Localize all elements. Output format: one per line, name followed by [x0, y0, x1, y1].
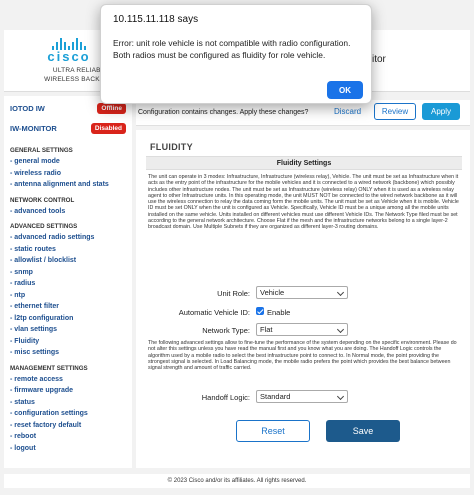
advanced-settings-description: The following advanced settings allow to… — [148, 340, 457, 372]
panel-title: Fluidity Settings — [146, 156, 462, 170]
dialog-message: Error: unit role vehicle is not compatib… — [113, 38, 351, 60]
cisco-logo-bars-icon — [34, 36, 104, 50]
unit-role-label: Unit Role: — [217, 289, 250, 298]
automatic-vehicle-id-enable-label: Enable — [267, 308, 291, 317]
dialog-title: 10.115.11.118 says — [113, 14, 199, 25]
sidebar-item-radius[interactable]: - radius — [4, 278, 132, 290]
section-general-settings: GENERAL SETTINGS — [10, 147, 73, 154]
page: cisco ULTRA RELIABLE WIRELESS BACKHAUL i… — [0, 0, 474, 495]
network-type-value: Flat — [260, 325, 273, 334]
footer-copyright: © 2023 Cisco and/or its affiliates. All … — [4, 474, 470, 488]
sidebar-item-allowlist[interactable]: - allowlist / blocklist — [4, 255, 132, 267]
automatic-vehicle-id-checkbox[interactable] — [256, 307, 264, 315]
discard-button[interactable]: Discard — [334, 107, 361, 116]
logo-text: cisco — [47, 49, 91, 64]
handoff-logic-select[interactable]: Standard — [256, 390, 348, 403]
sidebar-item-logout[interactable]: - logout — [4, 443, 132, 455]
fluidity-settings-panel: Fluidity Settings The unit can operate i… — [146, 156, 462, 460]
device-name[interactable]: IOTOD IW — [10, 104, 45, 113]
config-changes-message: Configuration contains changes. Apply th… — [138, 109, 309, 116]
chevron-down-icon — [336, 392, 345, 401]
section-network-control: NETWORK CONTROL — [10, 196, 75, 204]
sidebar: IOTOD IW Offline IW-MONITOR Disabled GEN… — [4, 96, 132, 468]
handoff-logic-value: Standard — [260, 392, 291, 401]
section-management-settings: MANAGEMENT SETTINGS — [10, 364, 88, 372]
section-advanced-settings: ADVANCED SETTINGS — [10, 223, 78, 230]
unit-role-select[interactable]: Vehicle — [256, 286, 348, 299]
network-type-select[interactable]: Flat — [256, 323, 348, 336]
page-title: FLUIDITY — [150, 142, 193, 152]
sidebar-item-reboot[interactable]: - reboot — [4, 431, 132, 443]
chevron-down-icon — [336, 288, 345, 297]
cisco-logo: cisco — [34, 36, 104, 64]
sidebar-item-ethernet-filter[interactable]: - ethernet filter — [4, 301, 132, 313]
save-button[interactable]: Save — [326, 420, 400, 442]
sidebar-item-l2tp[interactable]: - l2tp configuration — [4, 313, 132, 325]
sidebar-item-antenna-alignment[interactable]: - antenna alignment and stats — [4, 179, 132, 191]
sidebar-item-configuration-settings[interactable]: - configuration settings — [4, 408, 132, 420]
reset-button[interactable]: Reset — [236, 420, 310, 442]
sidebar-item-reset-factory[interactable]: - reset factory default — [4, 420, 132, 432]
unit-role-value: Vehicle — [260, 288, 285, 297]
sidebar-item-fluidity[interactable]: - Fluidity — [4, 336, 132, 348]
device-name[interactable]: IW-MONITOR — [10, 124, 57, 133]
sidebar-item-snmp[interactable]: - snmp — [4, 267, 132, 279]
alert-dialog: 10.115.11.118 says Error: unit role vehi… — [100, 4, 372, 104]
sidebar-item-status[interactable]: - status — [4, 397, 132, 409]
chevron-down-icon — [336, 325, 345, 334]
automatic-vehicle-id-label: Automatic Vehicle ID: — [178, 308, 250, 317]
sidebar-item-remote-access[interactable]: - remote access — [4, 374, 132, 386]
sidebar-item-general-mode[interactable]: - general mode — [4, 156, 132, 168]
fluidity-description: The unit can operate in 3 modes: Infrast… — [148, 174, 459, 231]
sidebar-item-static-routes[interactable]: - static routes — [4, 244, 132, 256]
sidebar-item-advanced-radio[interactable]: - advanced radio settings — [4, 232, 132, 244]
device-row-iw-monitor[interactable]: IW-MONITOR Disabled — [4, 120, 132, 136]
status-badge: Offline — [97, 102, 126, 114]
handoff-logic-label: Handoff Logic: — [201, 393, 250, 402]
review-button[interactable]: Review — [374, 103, 416, 120]
sidebar-item-misc[interactable]: - misc settings — [4, 347, 132, 359]
main-content: FLUIDITY Fluidity Settings The unit can … — [136, 130, 470, 468]
network-type-label: Network Type: — [202, 326, 250, 335]
sidebar-item-ntp[interactable]: - ntp — [4, 290, 132, 302]
header-heading-fragment: itor — [372, 54, 386, 65]
apply-button[interactable]: Apply — [422, 103, 460, 120]
sidebar-item-advanced-tools[interactable]: - advanced tools — [4, 206, 132, 218]
sidebar-item-vlan[interactable]: - vlan settings — [4, 324, 132, 336]
sidebar-item-firmware-upgrade[interactable]: - firmware upgrade — [4, 385, 132, 397]
sidebar-item-wireless-radio[interactable]: - wireless radio — [4, 168, 132, 180]
ok-button[interactable]: OK — [327, 81, 363, 99]
status-badge: Disabled — [90, 122, 126, 134]
